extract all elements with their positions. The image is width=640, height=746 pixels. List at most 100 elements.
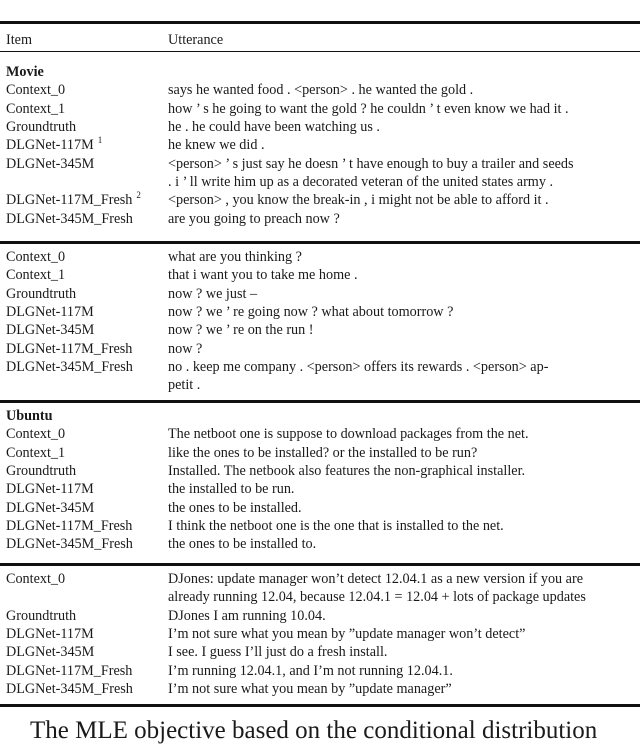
row-item-label: DLGNet-117M_Fresh 2	[6, 190, 141, 209]
row-item-label: Context_0	[6, 571, 66, 587]
row-item-label: DLGNet-117M 1	[6, 135, 103, 154]
section-rule	[0, 563, 640, 566]
row-item-label: Context_1	[6, 267, 66, 284]
row-utterance: already running 12.04, because 12.04.1 =…	[168, 589, 586, 606]
row-item-label: Groundtruth	[6, 119, 77, 136]
table-row: Context_0 DJones: update manager won’t de…	[0, 570, 640, 588]
row-utterance: now ? we ’ re going now ? what about tom…	[168, 304, 454, 321]
row-item-label: DLGNet-117M_Fresh	[6, 662, 133, 679]
row-utterance: Installed. The netbook also features the…	[168, 463, 526, 480]
table-row: DLGNet-345M the ones to be installed.	[0, 499, 640, 517]
table-top-rule	[0, 21, 640, 24]
row-item-label: DLGNet-117M_Fresh	[6, 518, 133, 535]
row-utterance: now ? we ’ re on the run !	[168, 322, 314, 339]
row-item-label: DLGNet-345M_Fresh	[6, 681, 133, 698]
table-row: DLGNet-117M now ? we ’ re going now ? wha…	[0, 303, 640, 321]
row-item-label: Context_0	[6, 249, 66, 265]
table-row: Context_1 how ’ s he going to want the go…	[0, 100, 640, 118]
table-row: Groundtruth DJones I am running 10.04.	[0, 607, 640, 625]
row-item-label: DLGNet-117M_Fresh	[6, 340, 133, 357]
table-row: Groundtruth Installed. The netbook also f…	[0, 462, 640, 480]
row-utterance: petit .	[168, 377, 201, 394]
table-row: DLGNet-117M_Fresh I’m running 12.04.1, an…	[0, 662, 640, 680]
table-header-row: Item Utterance	[0, 31, 640, 49]
section-title-row: Ubuntu	[0, 407, 640, 425]
row-item-label: DLGNet-117M	[6, 481, 94, 498]
table-row: DLGNet-117M_Fresh 2 <person> , you know th…	[0, 190, 640, 209]
header-utterance: Utterance	[168, 32, 224, 48]
table-row: Context_0 says he wanted food . <person> …	[0, 81, 640, 99]
row-utterance: now ? we just –	[168, 285, 258, 302]
row-item-label: DLGNet-345M	[6, 155, 95, 172]
table-row: Groundtruth now ? we just –	[0, 285, 640, 303]
footnote-marker: 1	[97, 135, 103, 146]
section-title-movie: Movie	[6, 64, 44, 80]
table-row: DLGNet-117M the installed to be run.	[0, 480, 640, 498]
row-utterance: . i ’ ll write him up as a decorated vet…	[168, 174, 554, 191]
row-item-label: DLGNet-345M	[6, 499, 95, 516]
row-item-label: DLGNet-345M_Fresh	[6, 359, 133, 376]
table-row: DLGNet-345M now ? we ’ re on the run !	[0, 321, 640, 339]
table-row: Context_1 that i want you to take me home…	[0, 266, 640, 284]
row-utterance: no . keep me company . <person> offers i…	[168, 359, 549, 376]
table-row: DLGNet-345M I see. I guess I’ll just do a…	[0, 643, 640, 661]
row-utterance: I think the netboot one is the one that …	[168, 518, 504, 535]
section-title-ubuntu: Ubuntu	[6, 408, 53, 424]
header-item: Item	[6, 32, 32, 48]
row-item-label: DLGNet-117M	[6, 626, 94, 643]
row-item-label: Context_0	[6, 82, 66, 99]
section-rule	[0, 241, 640, 244]
row-utterance: <person> , you know the break-in , i mig…	[168, 192, 549, 209]
table-row: DLGNet-345M_Fresh the ones to be installe…	[0, 535, 640, 553]
table-row-continuation: . i ’ ll write him up as a decorated vet…	[0, 173, 640, 191]
row-item-label: DLGNet-345M	[6, 322, 95, 339]
table-row: DLGNet-117M 1 he knew we did .	[0, 135, 640, 154]
table-row: DLGNet-345M_Fresh I’m not sure what you m…	[0, 680, 640, 698]
row-utterance: <person> ’ s just say he doesn ’ t have …	[168, 155, 574, 172]
row-item-label: DLGNet-345M_Fresh	[6, 536, 133, 553]
row-utterance: I’m not sure what you mean by ”update ma…	[168, 626, 526, 643]
table-row: Context_1 like the ones to be installed? …	[0, 444, 640, 462]
table-row: DLGNet-117M I’m not sure what you mean by…	[0, 625, 640, 643]
section-rule	[0, 704, 640, 707]
table-row-continuation: already running 12.04, because 12.04.1 =…	[0, 588, 640, 606]
row-item-label: Groundtruth	[6, 607, 77, 624]
row-item-label: DLGNet-117M	[6, 304, 94, 321]
row-utterance: DJones: update manager won’t detect 12.0…	[168, 571, 583, 587]
row-utterance: I’m not sure what you mean by ”update ma…	[168, 681, 452, 698]
row-item-label: Context_1	[6, 444, 66, 461]
footnote-marker: 2	[136, 190, 141, 201]
row-utterance: the ones to be installed.	[168, 499, 302, 516]
table-row: DLGNet-117M_Fresh now ?	[0, 340, 640, 358]
table-row: Groundtruth he . he could have been watch…	[0, 118, 640, 136]
row-utterance: the ones to be installed to.	[168, 536, 317, 553]
header-rule	[0, 51, 640, 53]
row-utterance: I’m running 12.04.1, and I’m not running…	[168, 662, 453, 679]
table-row-continuation: petit .	[0, 376, 640, 394]
section-rule	[0, 400, 640, 403]
row-utterance: are you going to preach now ?	[168, 210, 340, 227]
row-item-label: Context_0	[6, 426, 66, 443]
row-utterance: that i want you to take me home .	[168, 267, 358, 284]
table-row: DLGNet-345M_Fresh are you going to preach…	[0, 210, 640, 228]
row-utterance: the installed to be run.	[168, 481, 295, 498]
row-utterance: what are you thinking ?	[168, 249, 302, 265]
table-row: DLGNet-117M_Fresh I think the netboot one…	[0, 517, 640, 535]
row-utterance: he . he could have been watching us .	[168, 119, 380, 136]
body-paragraph: The MLE objective based on the condition…	[30, 717, 598, 744]
row-utterance: how ’ s he going to want the gold ? he c…	[168, 100, 569, 117]
row-utterance: I see. I guess I’ll just do a fresh inst…	[168, 644, 388, 661]
row-utterance: The netboot one is suppose to download p…	[168, 426, 529, 443]
table-row: DLGNet-345M_Fresh no . keep me company . …	[0, 358, 640, 376]
table-row: Context_0 The netboot one is suppose to d…	[0, 425, 640, 443]
section-title-row: Movie	[0, 63, 640, 81]
row-item-label: Groundtruth	[6, 285, 77, 302]
row-utterance: he knew we did .	[168, 137, 265, 154]
row-item-label: DLGNet-345M	[6, 644, 95, 661]
row-item-label: Groundtruth	[6, 463, 77, 480]
table-row: Context_0 what are you thinking ?	[0, 248, 640, 266]
row-item-label: DLGNet-345M_Fresh	[6, 210, 133, 227]
row-utterance: now ?	[168, 340, 203, 357]
row-utterance: DJones I am running 10.04.	[168, 607, 326, 624]
row-item-label: Context_1	[6, 100, 66, 117]
